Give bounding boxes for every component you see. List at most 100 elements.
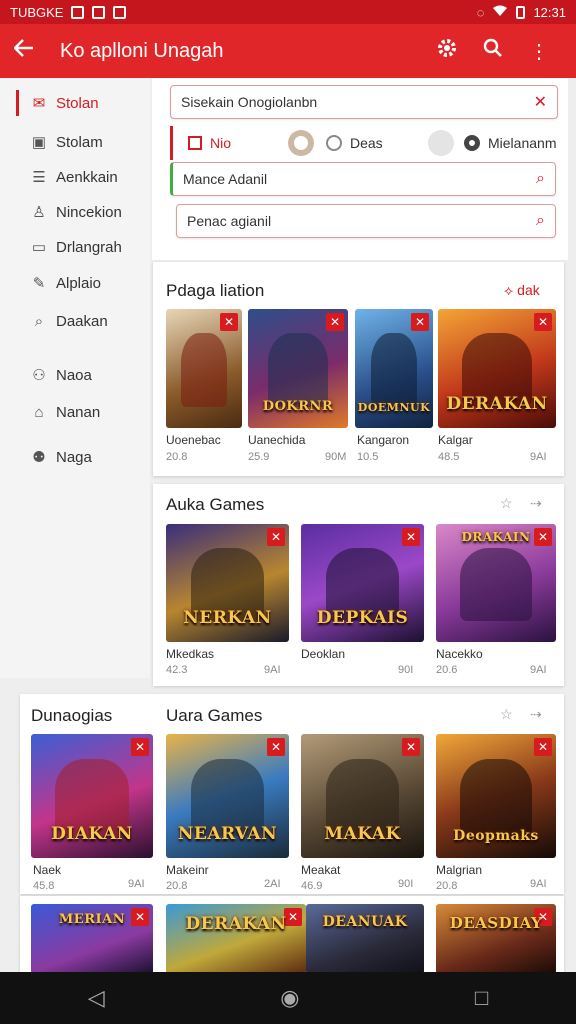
- search-icon[interactable]: ⌕: [536, 212, 545, 230]
- section-title: Pdaga liation: [166, 281, 265, 300]
- game-size: 90I: [398, 664, 414, 676]
- search-field-3[interactable]: Penac agianil ⌕: [176, 204, 556, 238]
- game-tile[interactable]: ✕ DOKRNR: [248, 309, 348, 428]
- status-bar: TUBGKE ◌ 12:31: [0, 0, 576, 24]
- game-rating: 45.8: [33, 880, 55, 892]
- search-input[interactable]: Sisekain Onogiolanbn ✕: [170, 85, 558, 119]
- sidebar-item-label: Nincekion: [56, 203, 122, 221]
- radio-mielananm[interactable]: Mielananm: [464, 135, 556, 151]
- game-logo: DIAKAN: [51, 824, 133, 844]
- game-tile[interactable]: ✕ Deopmaks: [436, 734, 556, 858]
- checkbox-label: Nio: [210, 135, 232, 151]
- game-tile[interactable]: ✕ DOEMNUK: [355, 309, 433, 428]
- game-tile[interactable]: ✕ DRAKAIN: [436, 524, 556, 642]
- sidebar-item-naga[interactable]: ⚉ Naga: [0, 442, 150, 472]
- radio-deas[interactable]: Deas: [326, 135, 383, 151]
- sidebar-item-drlangrah[interactable]: ▭ Drlangrah: [0, 232, 150, 262]
- game-logo: MAKAK: [324, 824, 401, 844]
- game-logo: MERIAN: [58, 912, 126, 927]
- back-icon[interactable]: ◁: [88, 985, 105, 1011]
- game-tile[interactable]: ✕ NEARVAN: [166, 734, 289, 858]
- game-tile[interactable]: ✕: [166, 309, 242, 428]
- toggle-icon[interactable]: [428, 130, 454, 156]
- overflow-menu-icon[interactable]: ⋮: [516, 39, 562, 64]
- sidebar-item-naoa[interactable]: ⚇ Naoa: [0, 360, 150, 390]
- square-icon: ▣: [31, 134, 47, 151]
- star-icon[interactable]: ☆: [500, 706, 513, 723]
- game-logo: DEASDIAY: [449, 914, 543, 932]
- notification-icon: [71, 5, 85, 19]
- settings-gear-icon[interactable]: [424, 37, 470, 65]
- game-tile[interactable]: ✕ MERIAN: [31, 904, 153, 974]
- sidebar-item-nincekion[interactable]: ♙ Nincekion: [0, 197, 150, 227]
- system-nav-bar: ◁ ◉ □: [0, 972, 576, 1024]
- clear-icon[interactable]: ✕: [534, 92, 547, 112]
- game-logo: DRAKAIN: [461, 530, 531, 544]
- game-tile[interactable]: ✕ NERKAN: [166, 524, 289, 642]
- back-arrow-icon[interactable]: [13, 39, 38, 63]
- badge-icon: ✕: [411, 313, 429, 331]
- sidebar-item-stolam[interactable]: ▣ Stolam: [0, 127, 150, 157]
- game-name: Uanechida: [248, 433, 306, 447]
- section-title-left: Dunaogias: [31, 706, 113, 725]
- game-rating: 48.5: [438, 451, 460, 463]
- game-tile[interactable]: ✕ DEASDIAY: [436, 904, 556, 974]
- share-icon[interactable]: ⇢: [530, 495, 542, 512]
- game-tile[interactable]: ✕ DIAKAN: [31, 734, 153, 858]
- sidebar-item-label: Aenkkain: [56, 168, 118, 186]
- game-name: Mkedkas: [166, 647, 215, 661]
- home-icon[interactable]: ◉: [280, 985, 299, 1011]
- page-title: Ko aplloni Unagah: [60, 39, 224, 62]
- download-icon: [113, 5, 127, 19]
- share-icon[interactable]: ⇢: [530, 706, 542, 723]
- wifi-icon: [492, 5, 508, 20]
- game-tile[interactable]: DEANUAK: [306, 904, 424, 974]
- game-logo: DOEMNUK: [357, 401, 431, 414]
- sidebar-item-daakan[interactable]: ⌕ Daakan: [0, 306, 150, 336]
- sidebar-item-stolan[interactable]: ✉ Stolan: [0, 88, 150, 118]
- game-size: 9AI: [530, 878, 547, 890]
- game-logo: NERKAN: [183, 608, 272, 628]
- game-tile[interactable]: ✕ DERAKAN: [166, 904, 306, 974]
- game-logo: DEPKAIS: [316, 608, 409, 628]
- section-action-link[interactable]: ⟡ dak: [504, 282, 540, 299]
- game-size: 90I: [398, 878, 414, 890]
- sidebar-item-nanan[interactable]: ⌂ Nanan: [0, 397, 150, 427]
- people-icon: ⚇: [32, 367, 46, 384]
- search-icon[interactable]: ⌕: [536, 170, 545, 188]
- sidebar-item-aenkkain[interactable]: ☰ Aenkkain: [0, 162, 150, 192]
- person-icon: ♙: [32, 204, 46, 221]
- sidebar-item-label: Nanan: [56, 403, 101, 421]
- game-logo: DOKRNR: [262, 399, 334, 414]
- sidebar-item-alplaio[interactable]: ✎ Alplaio: [0, 268, 150, 298]
- badge-icon: ✕: [402, 738, 420, 756]
- game-name: Makeinr: [166, 863, 209, 877]
- badge-icon: ✕: [267, 738, 285, 756]
- game-size: 9AI: [530, 664, 547, 676]
- toggle-icon[interactable]: [288, 130, 314, 156]
- game-name: Deoklan: [301, 647, 346, 661]
- game-tile[interactable]: ✕ DERAKAN: [438, 309, 556, 428]
- game-tile[interactable]: ✕ DEPKAIS: [301, 524, 424, 642]
- game-rating: 25.9: [248, 451, 270, 463]
- game-size: 2AI: [264, 878, 281, 890]
- search-field-2[interactable]: Mance Adanil ⌕: [170, 162, 556, 196]
- game-size: 9AI: [264, 664, 281, 676]
- recents-icon[interactable]: □: [475, 985, 488, 1011]
- game-name: Malgrian: [436, 863, 483, 877]
- checkbox-nio[interactable]: Nio: [188, 135, 231, 151]
- star-icon[interactable]: ☆: [500, 495, 513, 512]
- search-icon[interactable]: [470, 38, 516, 64]
- game-tile[interactable]: ✕ MAKAK: [301, 734, 424, 858]
- badge-icon: ✕: [131, 738, 149, 756]
- filter-options-row: Nio Deas Mielananm: [170, 126, 560, 160]
- search-input-value: Sisekain Onogiolanbn: [181, 94, 318, 110]
- search-field-value: Mance Adanil: [183, 171, 268, 187]
- badge-icon: ✕: [534, 313, 552, 331]
- game-logo: NEARVAN: [177, 824, 278, 844]
- game-name: Nacekko: [436, 647, 483, 661]
- game-size: 9AI: [128, 878, 145, 890]
- game-rating: 46.9: [301, 880, 323, 892]
- badge-icon: ✕: [402, 528, 420, 546]
- game-rating: 20.8: [436, 880, 458, 892]
